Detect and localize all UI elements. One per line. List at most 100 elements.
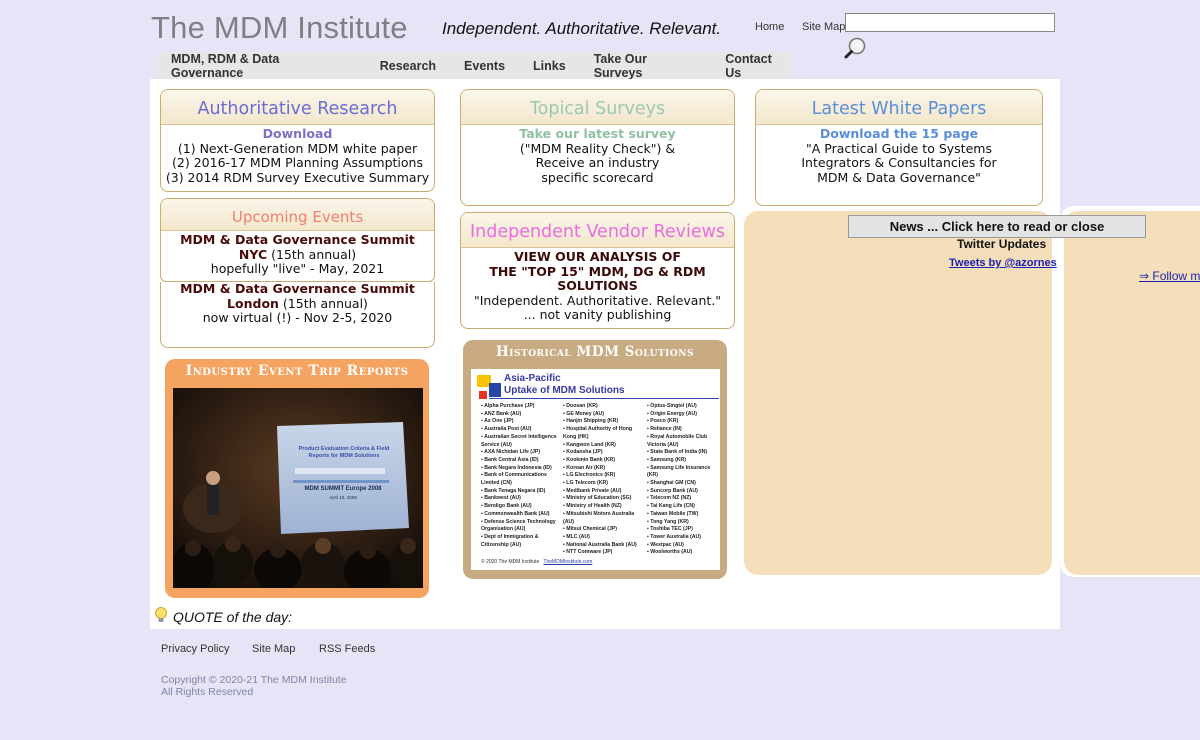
research-item-1[interactable]: (1) Next-Generation MDM white paper (161, 141, 434, 157)
search-icon[interactable] (843, 36, 869, 60)
nav-mdm-rdm-data-governance[interactable]: MDM, RDM & Data Governance (171, 52, 352, 80)
white-papers-card-title: Latest White Papers (756, 90, 1042, 125)
event-2-name[interactable]: MDM & Data Governance Summit (161, 282, 434, 297)
slide-title: Product Evaluation Criteria & Field Repo… (298, 446, 390, 459)
slide-event-name: MDM SUMMIT Europe 2008 (304, 486, 382, 492)
main-navigation: MDM, RDM & Data Governance Research Even… (158, 52, 790, 80)
map-footnote: © 2020 The MDM Institute TheMDMInstitute… (481, 559, 592, 565)
white-paper-line-1: "A Practical Guide to Systems (806, 140, 992, 156)
nav-research[interactable]: Research (380, 59, 436, 73)
customer-list-item: ▪ Shanghai GM (CN) (647, 480, 696, 487)
search-input[interactable] (845, 13, 1055, 32)
asia-pacific-map[interactable]: Asia-Pacific Uptake of MDM Solutions ▪ A… (471, 369, 720, 570)
event-1-date: hopefully "live" - May, 2021 (210, 261, 385, 276)
customer-list-item: ▪ LG Electronics (KR) (563, 472, 616, 479)
customer-list-item: ▪ GE Money (AU) (563, 410, 605, 417)
customer-list-item: ▪ Kodansha (JP) (563, 449, 603, 456)
historical-title[interactable]: Historical MDM Solutions (463, 340, 727, 360)
customer-list-item: ▪ Defense Science Technology Organisatio… (481, 518, 556, 533)
vendor-review-line-2: ... not vanity publishing (523, 307, 672, 322)
twitter-widget-frame (1060, 206, 1200, 577)
customer-list-item: ▪ As One (JP) (481, 418, 514, 425)
customer-list-item: ▪ MLC (AU) (563, 533, 590, 540)
event-1-name[interactable]: MDM & Data Governance Summit (161, 232, 434, 248)
historical-box: Historical MDM Solutions Asia-Pacific Up… (463, 340, 727, 579)
customer-list-item: ▪ Optus-Singtel (AU) (647, 403, 697, 409)
white-papers-card: Latest White Papers Download the 15 page… (755, 89, 1043, 206)
customer-list-item: ▪ Hospital Authority of Hong Kong (HK) (563, 426, 633, 440)
lightbulb-icon (153, 606, 169, 624)
slide-event-date: April 15, 2008 (329, 495, 357, 500)
event-1-city[interactable]: NYC (239, 247, 267, 262)
nav-links[interactable]: Links (533, 59, 566, 73)
footer-site-map-link[interactable]: Site Map (252, 643, 295, 655)
map-title-line-1: Asia-Pacific (504, 373, 561, 384)
event-2-city[interactable]: London (227, 296, 279, 311)
privacy-policy-link[interactable]: Privacy Policy (161, 643, 229, 655)
vendor-analysis-link-1[interactable]: VIEW OUR ANALYSIS OF (461, 249, 734, 265)
customer-list-item: ▪ Medibank Private (AU) (563, 487, 622, 494)
trip-report-photo[interactable]: Product Evaluation Criteria & Field Repo… (173, 388, 423, 588)
home-link[interactable]: Home (755, 21, 784, 33)
map-site-link[interactable]: TheMDMInstitute.com (543, 559, 592, 565)
event-2-date: now virtual (!) - Nov 2-5, 2020 (202, 310, 393, 325)
survey-line-3: specific scorecard (541, 169, 654, 185)
research-item-2[interactable]: (2) 2016-17 MDM Planning Assumptions (161, 155, 434, 171)
event-1-note: (15th annual) (267, 246, 357, 262)
copyright-line-1: Copyright © 2020-21 The MDM Institute (161, 674, 347, 686)
customer-list-col-2: ▪ Doosan (KR) ▪ GE Money (AU) ▪ Hanjin Shi… (563, 403, 641, 557)
survey-link[interactable]: Take our latest survey (461, 126, 734, 142)
tweets-link[interactable]: Tweets by @azornes (949, 257, 1057, 269)
copyright: Copyright © 2020-21 The MDM Institute Al… (161, 674, 347, 698)
news-toggle-bar[interactable]: News ... Click here to read or close (848, 215, 1146, 238)
site-logo[interactable]: The MDM Institute (151, 10, 408, 46)
site-tagline: Independent. Authoritative. Relevant. (442, 19, 722, 38)
customer-list-item: ▪ Bankwest (AU) (481, 495, 521, 502)
customer-list-item: ▪ Royal Automobile Club Victoria (AU) (647, 433, 708, 448)
research-card: Authoritative Research Download (1) Next… (160, 89, 435, 192)
customer-list-item: ▪ National Australia Bank (AU) (563, 541, 637, 548)
site-map-link[interactable]: Site Map (802, 21, 845, 33)
vendor-reviews-card: Independent Vendor Reviews VIEW OUR ANAL… (460, 212, 735, 329)
customer-list-item: ▪ Bank Tenaga Negara (ID) (481, 487, 546, 494)
trip-reports-title[interactable]: Industry Event Trip Reports (165, 359, 429, 379)
follow-link[interactable]: ⇒ Follow m (1139, 269, 1200, 283)
customer-list-item: ▪ Alpha Purchase (JP) (481, 403, 535, 409)
customer-list-item: ▪ Tower Australia (AU) (647, 533, 702, 540)
customer-list-item: ▪ Kookmin Bank (KR) (563, 456, 615, 463)
twitter-updates-heading: Twitter Updates (957, 237, 1047, 251)
research-item-3[interactable]: (3) 2014 RDM Survey Executive Summary (161, 170, 434, 186)
customer-list-item: ▪ Posco (KR) (647, 418, 679, 425)
surveys-card: Topical Surveys Take our latest survey (… (460, 89, 735, 206)
customer-list-item: ▪ Ministry of Health (NZ) (563, 503, 622, 510)
research-card-title: Authoritative Research (161, 90, 434, 125)
research-download-link[interactable]: Download (161, 126, 434, 142)
customer-list-item: ▪ ANZ Bank (AU) (481, 410, 522, 417)
survey-line-2: Receive an industry (535, 155, 660, 170)
event-2-note: (15th annual) (278, 295, 368, 311)
customer-list-item: ▪ Telecom NZ (NZ) (647, 495, 692, 502)
events-card: Upcoming Events MDM & Data Governance Su… (160, 198, 435, 282)
customer-list-item: ▪ Suncorp Bank (AU) (647, 487, 698, 494)
customer-list-item: ▪ Bank Central Asia (ID) (481, 456, 539, 463)
customer-list-item: ▪ Samsung (KR) (647, 456, 687, 463)
customer-list-item: ▪ Dept of Immigration & Citizenship (AU) (481, 533, 539, 548)
customer-list-item: ▪ Doosan (KR) (563, 403, 598, 409)
customer-list-item: ▪ Kangwon Land (KR) (563, 441, 616, 448)
rss-feeds-link[interactable]: RSS Feeds (319, 643, 375, 655)
vendor-analysis-link-3[interactable]: SOLUTIONS (461, 278, 734, 294)
nav-take-our-surveys[interactable]: Take Our Surveys (594, 52, 698, 80)
customer-list-item: ▪ AXA Nichidan Life (JP) (481, 449, 541, 456)
customer-list-item: ▪ Australia Post (AU) (481, 426, 532, 433)
customer-list-item: ▪ Tong Yang (KR) (647, 518, 689, 525)
events-card-title: Upcoming Events (161, 199, 434, 231)
nav-events[interactable]: Events (464, 59, 505, 73)
customer-list-item: ▪ Tai Kang Life (CN) (647, 503, 695, 510)
white-paper-download-link[interactable]: Download the 15 page (756, 126, 1042, 142)
nav-contact-us[interactable]: Contact Us (725, 52, 790, 80)
customer-list-item: ▪ Origin Energy (AU) (647, 410, 697, 417)
trip-reports-box: Industry Event Trip Reports Product Eval… (165, 359, 429, 598)
customer-list-item: ▪ Mitsui Chemical (JP) (563, 526, 618, 533)
vendor-analysis-link-2[interactable]: THE "TOP 15" MDM, DG & RDM (461, 264, 734, 280)
customer-list-item: ▪ NTT Comware (JP) (563, 549, 613, 556)
